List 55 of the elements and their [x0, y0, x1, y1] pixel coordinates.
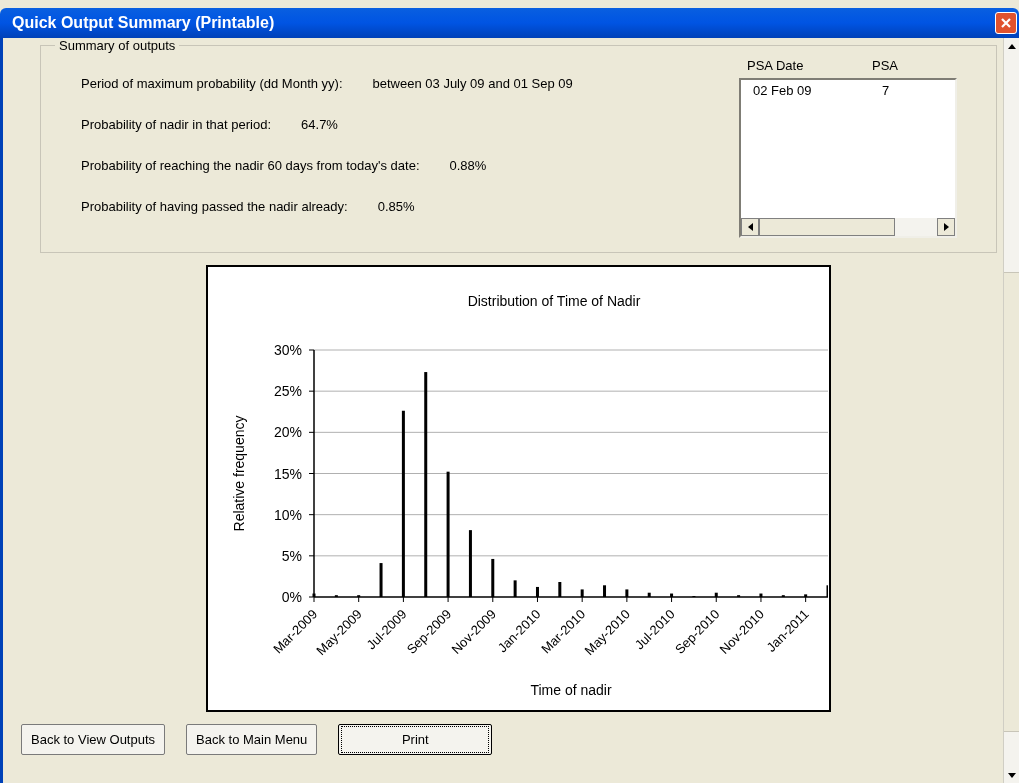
left-arrow-icon [747, 222, 753, 231]
horizontal-scrollbar[interactable] [741, 217, 955, 236]
y-tick-label: 15% [273, 465, 302, 482]
summary-label: Period of maximum probability (dd Month yy): [81, 75, 343, 92]
down-arrow-icon [1007, 772, 1016, 778]
summary-label: Probability of having passed the nadir already: [81, 198, 348, 215]
y-tick-label: 0% [281, 589, 302, 605]
list-cell-text: 7 [882, 81, 890, 100]
chart-title: Distribution of Time of Nadir [467, 293, 641, 309]
scroll-left-button[interactable] [741, 217, 759, 236]
action-button[interactable]: Back to Main Menu [186, 724, 318, 755]
list-cell-text: 02 Feb 09 [753, 81, 813, 100]
action-button[interactable]: Print [338, 724, 493, 755]
bar [647, 592, 651, 597]
summary-label: Probability of nadir in that period: [81, 116, 272, 133]
bar [670, 593, 674, 597]
vertical-scrollbar[interactable] [1003, 38, 1019, 783]
bar [491, 558, 495, 597]
right-arrow-icon [943, 222, 949, 231]
scroll-thumb[interactable] [759, 217, 895, 236]
y-tick-label: 30% [273, 342, 302, 358]
window-title: Quick Output Summary (Printable) [12, 13, 275, 33]
bar [513, 580, 517, 597]
bar [625, 589, 629, 597]
summary-value: between 03 July 09 and 01 Sep 09 [372, 75, 573, 92]
y-tick-label: 10% [273, 506, 302, 523]
close-icon [1000, 17, 1012, 29]
bar [379, 563, 383, 597]
bar [580, 589, 584, 597]
bar [468, 530, 472, 597]
bar [714, 592, 718, 597]
group-label: Summary of outputs [58, 37, 177, 55]
y-tick-label: 5% [281, 547, 302, 564]
y-tick-label: 25% [273, 383, 302, 400]
bar [759, 593, 763, 597]
up-arrow-icon [1007, 43, 1016, 49]
action-button[interactable]: Back to View Outputs [21, 724, 166, 755]
x-axis-title: Time of nadir [530, 682, 612, 698]
column-header: PSA [872, 57, 898, 75]
psa-list[interactable]: 02 Feb 09 7 [739, 77, 957, 238]
scroll-right-button[interactable] [937, 217, 955, 236]
bar [603, 585, 606, 597]
summary-value: 64.7% [301, 116, 338, 133]
bar [804, 594, 808, 597]
summary-value: 0.85% [377, 198, 415, 215]
y-axis-title: Relative frequency [231, 415, 247, 532]
bar [536, 586, 539, 597]
bar [312, 593, 316, 597]
column-header: PSA Date [747, 57, 805, 75]
summary-label: Probability of reaching the nadir 60 days from today's date: [81, 157, 420, 174]
scroll-thumb[interactable] [1004, 272, 1019, 732]
summary-value: 0.88% [449, 157, 487, 174]
close-button[interactable] [995, 12, 1017, 34]
y-tick-label: 20% [273, 424, 302, 441]
bar [558, 582, 562, 597]
